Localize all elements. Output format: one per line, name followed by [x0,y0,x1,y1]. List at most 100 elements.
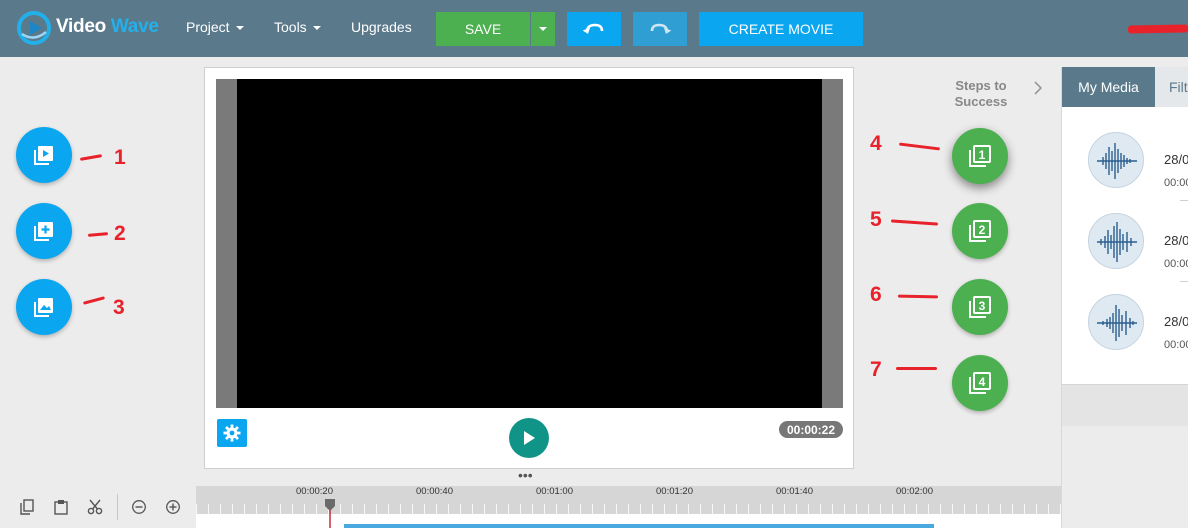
annotation-number: 7 [870,358,882,381]
media-separator [1180,200,1188,201]
add-to-library-button[interactable] [16,203,72,259]
zoom-out-button[interactable] [128,496,150,518]
save-options-button[interactable] [531,12,555,46]
preview-panel: 00:00:22 [204,67,854,469]
tab-filter[interactable]: Filter [1155,67,1188,107]
play-button[interactable] [509,418,549,458]
tick-label: 00:00:40 [416,486,453,497]
step-number: 4 [979,375,986,389]
step-3-icon: 3 [969,296,991,318]
steps-title: Steps to Success [940,78,1022,110]
tick-label: 00:01:20 [656,486,693,497]
timeline-clip[interactable] [344,524,934,528]
media-duration: 00:00 [1164,177,1188,189]
menu-project[interactable]: Project [186,19,244,35]
cut-button[interactable] [84,496,106,518]
playhead[interactable] [324,499,336,528]
zoom-in-icon [166,500,180,514]
cut-icon [87,499,103,515]
annotation-dash [897,294,939,299]
undo-icon [583,23,604,34]
tick-label: 00:01:00 [536,486,573,497]
annotation-number: 1 [114,146,126,169]
step-2-icon: 2 [969,220,991,242]
undo-button[interactable] [567,12,621,46]
add-video-button[interactable] [16,127,72,183]
play-icon [524,431,535,445]
create-movie-button[interactable]: CREATE MOVIE [699,12,863,46]
audio-waveform-thumbnail [1088,132,1144,188]
media-item[interactable]: 28/0 00:00 [1062,294,1188,374]
annotation-number: 5 [870,208,882,231]
zoom-in-button[interactable] [162,496,184,518]
step-number: 2 [979,223,986,237]
step-2-button[interactable]: 2 [952,203,1008,259]
media-separator [1180,281,1188,282]
annotation-dash [898,142,941,151]
media-date: 28/0 [1164,233,1188,248]
video-preview[interactable] [237,79,822,408]
annotation-dash [82,296,106,305]
menu-tools-label: Tools [274,19,307,35]
toolbar-divider [117,494,118,520]
chevron-down-icon [539,27,547,31]
media-duration: 00:00 [1164,258,1188,270]
media-duration: 00:00 [1164,339,1188,351]
step-1-icon: 1 [969,145,991,167]
media-panel-empty-area [1062,426,1188,528]
redaction-mark [1127,24,1188,34]
paste-icon [54,500,68,515]
add-video-icon [34,146,53,165]
annotation-dash [890,219,939,226]
app-name-part2: Wave [110,16,159,37]
app-name: Video Wave [56,16,159,38]
menu-upgrades[interactable]: Upgrades [351,19,412,35]
media-item[interactable]: 28/0 00:00 [1062,132,1188,212]
zoom-out-icon [132,500,146,514]
waveform-icon [1097,143,1137,179]
step-number: 3 [979,299,986,313]
copy-icon [20,499,34,515]
audio-waveform-thumbnail [1088,294,1144,350]
copy-button[interactable] [16,496,38,518]
paste-button[interactable] [50,496,72,518]
chevron-down-icon [235,26,244,31]
timeline[interactable]: 00:00:20 00:00:40 00:01:00 00:01:20 00:0… [196,486,1061,528]
create-movie-label: CREATE MOVIE [728,21,834,37]
steps-collapse-button[interactable] [1031,80,1045,96]
step-3-button[interactable]: 3 [952,279,1008,335]
menu-upgrades-label: Upgrades [351,19,412,35]
tick-label: 00:00:20 [296,486,333,497]
add-image-button[interactable] [16,279,72,335]
steps-title-line2: Success [954,94,1008,109]
redo-icon [650,23,671,34]
annotation-number: 3 [113,296,125,319]
step-4-button[interactable]: 4 [952,355,1008,411]
media-item[interactable]: 28/0 00:00 [1062,213,1188,293]
preview-timecode: 00:00:22 [779,421,843,438]
resize-handle[interactable]: ••• [518,468,533,482]
redo-button[interactable] [633,12,687,46]
media-panel-footer [1062,384,1188,426]
timeline-toolbar [0,486,196,528]
tick-label: 00:01:40 [776,486,813,497]
step-4-icon: 4 [969,372,991,394]
app-name-part1: Video [56,16,106,37]
step-1-button[interactable]: 1 [952,128,1008,184]
media-date: 28/0 [1164,314,1188,329]
menu-tools[interactable]: Tools [274,19,321,35]
gear-icon [223,424,241,442]
menu-project-label: Project [186,19,230,35]
media-panel: My Media Filter 28/0 00:00 [1061,67,1188,528]
annotation-number: 6 [870,283,882,306]
top-bar: Video Wave Project Tools Upgrades SAVE C… [0,0,1188,57]
tab-my-media[interactable]: My Media [1062,67,1155,107]
tick-label: 00:02:00 [896,486,933,497]
preview-settings-button[interactable] [217,419,247,447]
save-button-label: SAVE [464,21,502,37]
chevron-right-icon [1034,81,1042,95]
annotation-dash [896,367,937,370]
save-button[interactable]: SAVE [436,12,530,46]
video-wave-logo [17,11,51,45]
waveform-icon [1097,222,1137,262]
